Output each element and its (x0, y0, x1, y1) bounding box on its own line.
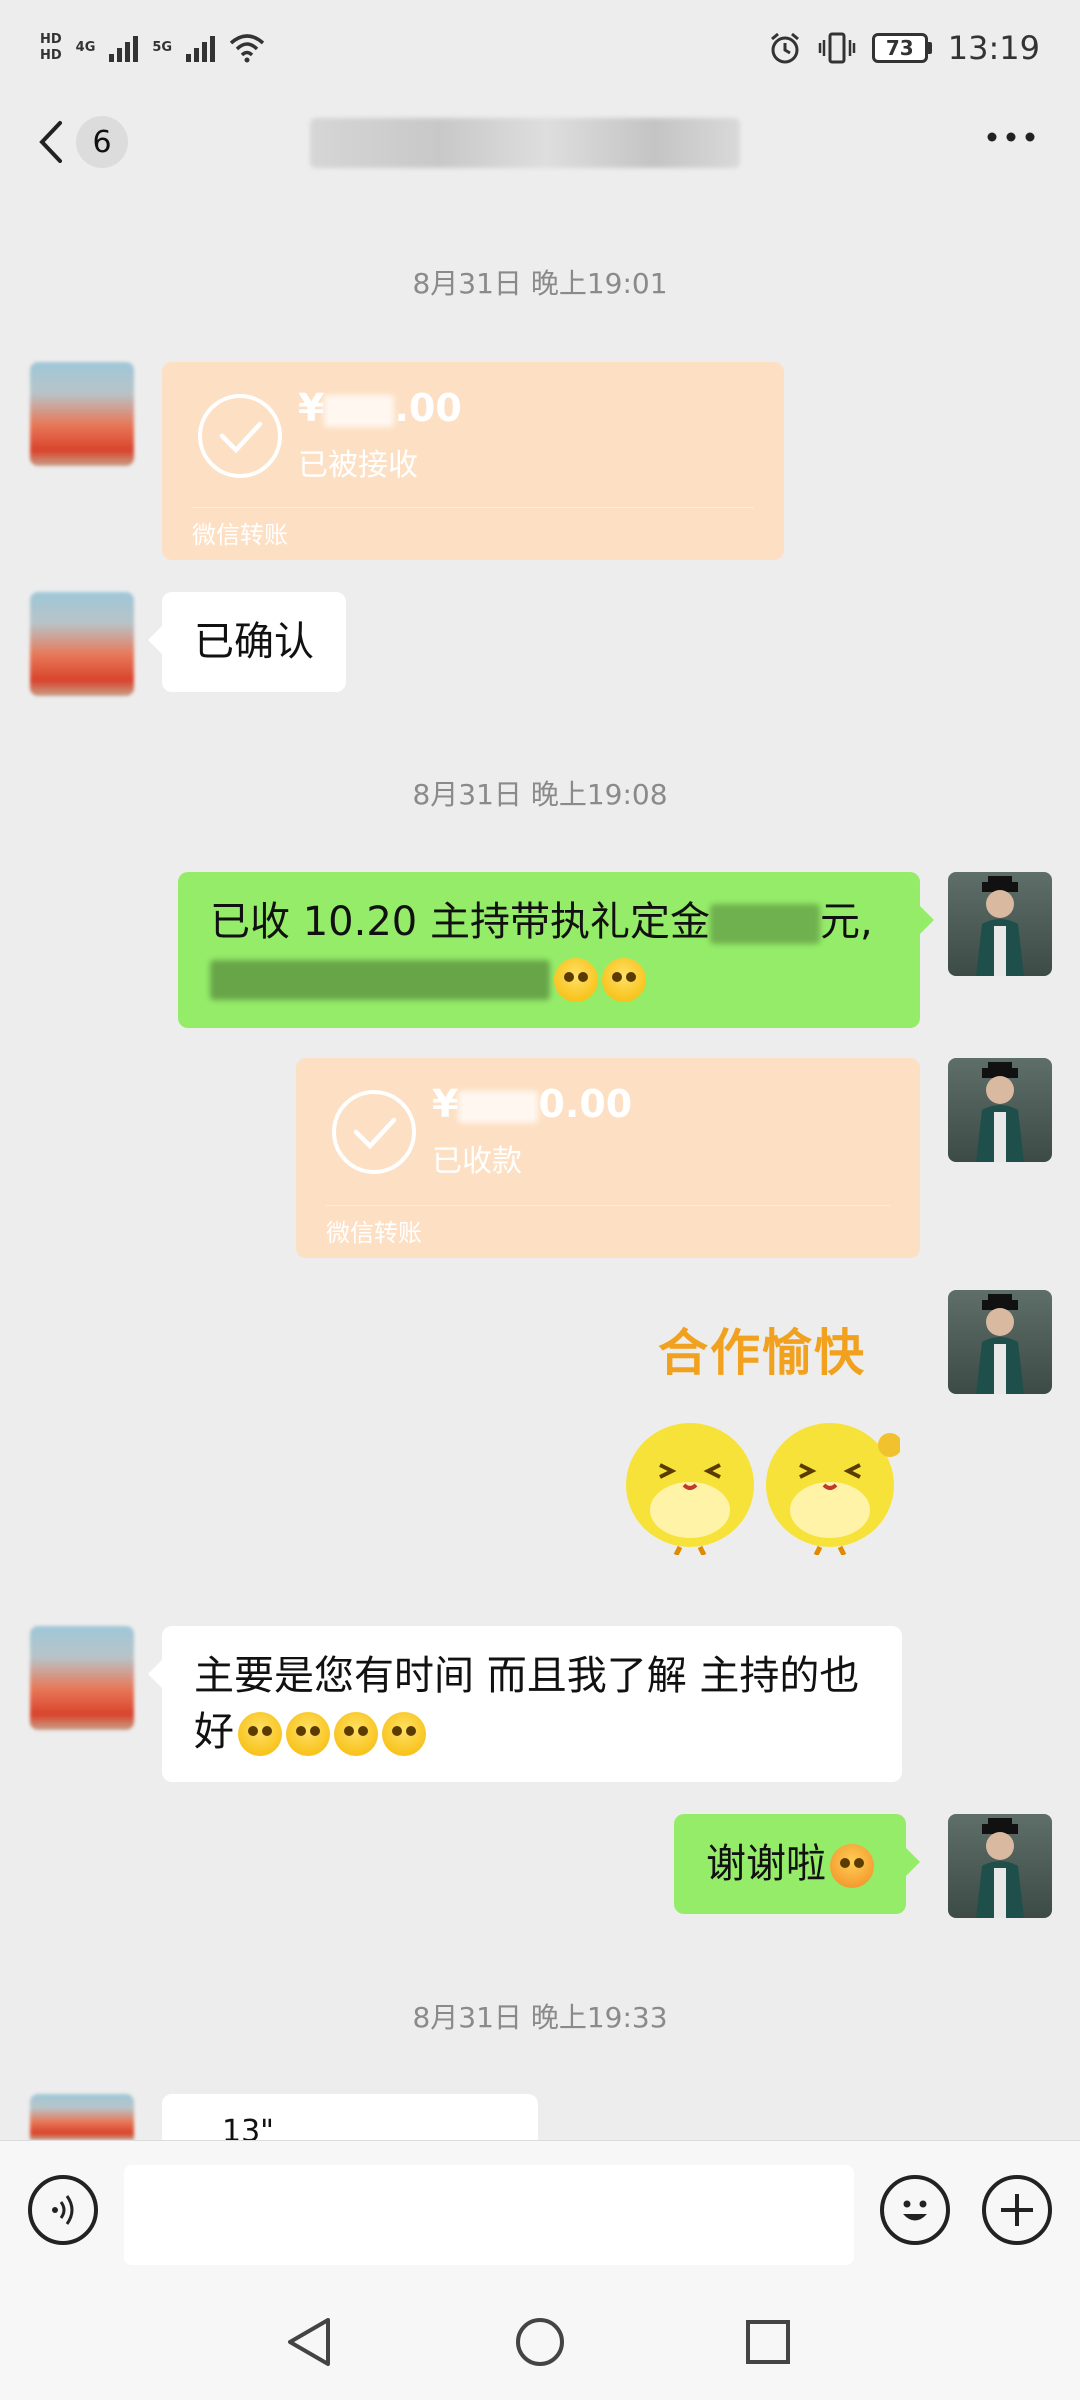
message-bubble-me[interactable]: 已收 10.20 主持带执礼定金 元, (178, 872, 934, 1028)
sticker-text: 合作愉快 (658, 1324, 866, 1382)
friend-avatar[interactable] (30, 1626, 134, 1730)
network-5g-label: 5G (152, 40, 173, 55)
amount-value: 0.00 (538, 1082, 633, 1126)
emoji-icon (602, 958, 646, 1002)
square-recent-icon[interactable] (742, 2314, 794, 2370)
network-4g-label: 4G (75, 40, 96, 55)
chat-header: 6 (0, 96, 1080, 192)
avatar-figure-icon (976, 1818, 1024, 1918)
my-avatar[interactable] (948, 872, 1052, 976)
chevron-left-icon (39, 121, 62, 163)
transfer-status: 已被接收 (298, 448, 418, 483)
hd-label-2: HD (40, 48, 62, 63)
transfer-amount: ¥ .00 (298, 386, 462, 430)
chick-sticker-icon (766, 1423, 900, 1555)
emoji-icon (382, 1712, 426, 1756)
emoji-icon (830, 1844, 874, 1888)
timestamp: 8月31日 晚上19:08 (412, 778, 668, 811)
check-circle-icon (332, 1090, 416, 1174)
back-button[interactable]: 6 (36, 116, 128, 168)
status-bar: HD HD 4G 5G 73 13:19 (0, 0, 1080, 96)
signal-5g-icon (186, 34, 216, 62)
emoji-icon (554, 958, 598, 1002)
emoji-icon (903, 2200, 927, 2221)
sticker-message[interactable]: 合作愉快 (620, 1305, 920, 1565)
input-bar (0, 2140, 1080, 2286)
more-button[interactable] (986, 128, 1036, 147)
plus-icon (1001, 2194, 1033, 2226)
circle-home-icon[interactable] (512, 2314, 568, 2370)
timestamp: 8月31日 晚上19:33 (412, 2001, 668, 2034)
signal-4g-icon (109, 34, 139, 62)
hd-indicator: HD HD (40, 32, 62, 64)
unread-count-badge: 6 (76, 116, 128, 168)
clock: 13:19 (947, 29, 1040, 67)
transfer-card-received[interactable]: ¥ .00 已被接收 微信转账 (162, 362, 784, 560)
emoji-icon (286, 1712, 330, 1756)
avatar-figure-icon (976, 1062, 1024, 1162)
friend-avatar[interactable] (30, 592, 134, 696)
hd-label: HD (40, 32, 62, 47)
vibrate-icon (818, 32, 856, 64)
message-bubble-friend[interactable]: 已确认 (148, 592, 346, 692)
emoji-button[interactable] (880, 2175, 950, 2245)
emoji-icon (238, 1712, 282, 1756)
more-actions-button[interactable] (982, 2175, 1052, 2245)
my-avatar[interactable] (948, 1290, 1052, 1394)
transfer-status: 已收款 (432, 1144, 522, 1179)
voice-message-bubble[interactable]: 13" (162, 2094, 538, 2140)
check-circle-icon (198, 394, 282, 478)
alarm-icon (770, 32, 799, 64)
currency-symbol: ¥ (298, 386, 325, 430)
battery-level: 73 (871, 33, 928, 63)
my-avatar[interactable] (948, 1814, 1052, 1918)
message-bubble-me[interactable]: 谢谢啦 (674, 1814, 920, 1914)
amount-value: .00 (394, 386, 462, 430)
transfer-label: 微信转账 (192, 521, 288, 549)
avatar-figure-icon (976, 1294, 1024, 1394)
redacted-text (210, 960, 550, 1000)
transfer-card-collected[interactable]: ¥0.00 已收款 微信转账 (296, 1058, 920, 1258)
system-navigation-bar (0, 2286, 1080, 2400)
wifi-icon (229, 34, 265, 63)
friend-avatar[interactable] (30, 362, 134, 466)
battery-icon: 73 (871, 33, 932, 63)
friend-avatar[interactable] (30, 2094, 134, 2140)
voice-icon (52, 2195, 74, 2225)
voice-duration: 13" (222, 2114, 274, 2140)
message-text: 已确认 (194, 619, 314, 665)
transfer-amount: ¥0.00 (432, 1082, 632, 1126)
voice-toggle-button[interactable] (28, 2175, 98, 2245)
my-avatar[interactable] (948, 1058, 1052, 1162)
message-bubble-friend[interactable]: 主要是您有时间 而且我了解 主持的也好 (148, 1626, 902, 1782)
timestamp: 8月31日 晚上19:01 (412, 267, 668, 300)
transfer-label: 微信转账 (326, 1219, 422, 1247)
message-text: 谢谢啦 (706, 1841, 826, 1887)
chick-sticker-icon (626, 1423, 754, 1555)
more-dots-icon (987, 132, 1035, 142)
triangle-back-icon[interactable] (282, 2314, 336, 2370)
message-text: 已收 10.20 主持带执礼定金 (210, 899, 710, 945)
chat-title-blurred (310, 118, 740, 168)
message-text-end: 元, (819, 899, 873, 945)
message-input[interactable] (124, 2165, 854, 2265)
avatar-figure-icon (976, 876, 1024, 976)
currency-symbol: ¥ (432, 1082, 459, 1126)
emoji-icon (334, 1712, 378, 1756)
